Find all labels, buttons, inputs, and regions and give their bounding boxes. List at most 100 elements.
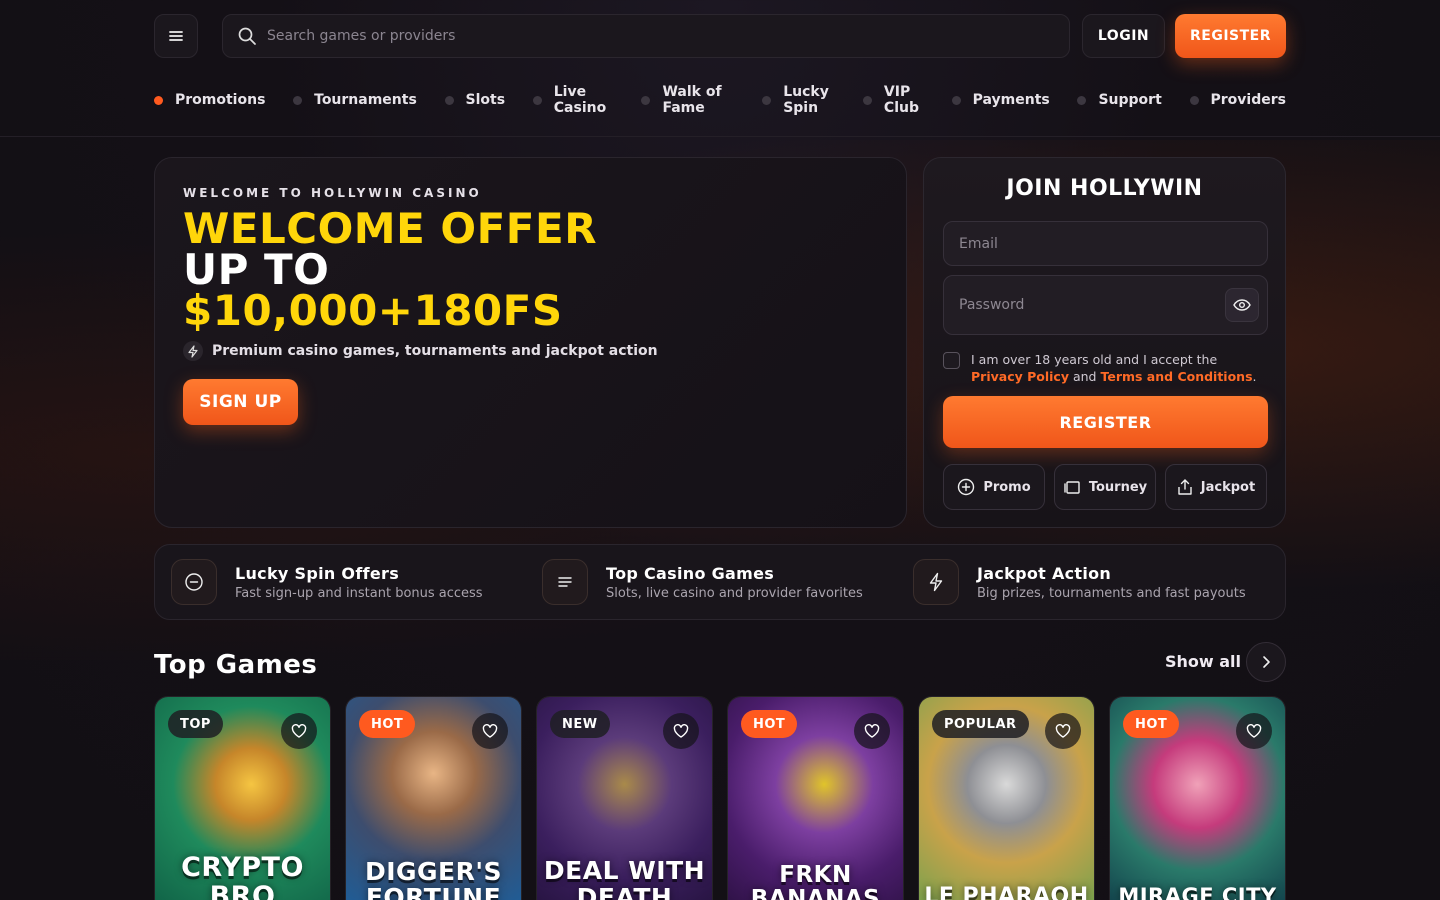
game-badge: HOT — [359, 710, 416, 738]
bolt-icon — [183, 341, 203, 361]
plus-circle-icon — [958, 478, 975, 496]
top-games-row: TOP CRYPTO BRO HOT DIGGER'S FORTUNE NEW … — [154, 696, 1286, 900]
nav-item-walk-of-fame[interactable]: Walk of Fame — [641, 84, 734, 116]
feature-title: Lucky Spin Offers — [235, 563, 400, 583]
terms-suffix: . — [1252, 369, 1257, 384]
favorite-button[interactable] — [854, 713, 890, 749]
nav-item-label: Providers — [1210, 92, 1286, 108]
nav-item-lucky-spin[interactable]: Lucky Spin — [762, 84, 835, 116]
feature-title: Top Casino Games — [606, 563, 775, 583]
nav-dot — [641, 95, 651, 105]
tourney-button[interactable]: Tourney — [1054, 464, 1156, 510]
terms-and: and — [1072, 369, 1097, 384]
show-all-link[interactable]: Show all — [1165, 652, 1241, 671]
nav-dot — [1189, 95, 1199, 105]
feature-lucky-spin[interactable]: Lucky Spin Offers Fast sign-up and insta… — [155, 559, 526, 605]
game-card-deal-with-death[interactable]: NEW DEAL WITH DEATH — [536, 696, 713, 900]
game-badge: NEW — [550, 710, 610, 738]
feature-subtitle: Big prizes, tournaments and fast payouts — [977, 585, 1246, 601]
favorite-button[interactable] — [1236, 713, 1272, 749]
tourney-label: Tourney — [1088, 479, 1148, 495]
hero-title-line3: $10,000+180FS — [183, 286, 563, 335]
nav-item-label: Lucky Spin — [783, 84, 829, 116]
minus-circle-icon — [171, 559, 217, 605]
feature-jackpot-action[interactable]: Jackpot Action Big prizes, tournaments a… — [897, 559, 1268, 605]
share-up-icon — [1178, 479, 1192, 495]
nav-item-label: Promotions — [175, 92, 266, 108]
game-badge: POPULAR — [932, 710, 1029, 738]
nav-dot — [293, 95, 303, 105]
search-bar[interactable] — [222, 14, 1070, 58]
promo-label: Promo — [983, 479, 1031, 495]
nav-dot — [154, 95, 163, 105]
jackpot-button[interactable]: Jackpot — [1165, 464, 1267, 510]
favorite-button[interactable] — [663, 713, 699, 749]
game-card-crypto-bro[interactable]: TOP CRYPTO BRO — [154, 696, 331, 900]
lines-icon — [542, 559, 588, 605]
header-divider — [0, 136, 1440, 137]
hamburger-icon — [169, 31, 183, 41]
password-input[interactable] — [959, 297, 1199, 313]
game-name: FRKN BANANAS — [750, 862, 881, 900]
terms-conditions-link[interactable]: Terms and Conditions — [1100, 369, 1252, 384]
heart-icon — [864, 724, 880, 738]
heart-icon — [1246, 724, 1262, 738]
terms-text: I am over 18 years old and I accept the … — [971, 351, 1271, 385]
email-field[interactable] — [943, 221, 1268, 266]
hero-banner: WELCOME TO HOLLYWIN CASINO WELCOME OFFER… — [154, 157, 907, 528]
hero-subtitle-row: Premium casino games, tournaments and ja… — [183, 341, 658, 361]
heart-icon — [291, 724, 307, 738]
main-nav: Promotions Tournaments Slots Live Casino… — [154, 84, 1286, 116]
hero-title: WELCOME OFFER UP TO $10,000+180FS — [183, 208, 597, 335]
heart-icon — [1055, 724, 1071, 738]
features-strip: Lucky Spin Offers Fast sign-up and insta… — [154, 544, 1286, 620]
feature-title: Jackpot Action — [977, 563, 1112, 583]
nav-item-support[interactable]: Support — [1077, 92, 1162, 108]
jackpot-label: Jackpot — [1200, 479, 1256, 495]
register-submit-button[interactable]: REGISTER — [943, 396, 1268, 448]
top-games-title: Top Games — [154, 650, 318, 680]
game-name: CRYPTO BRO — [181, 852, 304, 900]
nav-item-label: Live Casino — [553, 84, 607, 116]
show-password-button[interactable] — [1225, 288, 1259, 322]
email-input[interactable] — [959, 235, 1199, 252]
search-input[interactable] — [267, 28, 1027, 44]
nav-item-label: Walk of Fame — [662, 84, 722, 116]
heart-icon — [673, 724, 689, 738]
heart-icon — [482, 724, 498, 738]
privacy-policy-link[interactable]: Privacy Policy — [971, 369, 1069, 384]
password-field[interactable] — [943, 275, 1268, 335]
nav-item-label: VIP Club — [883, 84, 919, 116]
game-card-mirage-city[interactable]: HOT MIRAGE CITY — [1109, 696, 1286, 900]
favorite-button[interactable] — [472, 713, 508, 749]
join-title: JOIN HOLLYWIN — [1006, 176, 1203, 201]
favorite-button[interactable] — [281, 713, 317, 749]
menu-button[interactable] — [154, 14, 198, 58]
sign-up-button[interactable]: SIGN UP — [183, 379, 298, 425]
favorite-button[interactable] — [1045, 713, 1081, 749]
nav-item-label: Payments — [972, 92, 1050, 108]
promo-button[interactable]: Promo — [943, 464, 1045, 510]
age-terms-checkbox[interactable] — [943, 352, 960, 369]
hero-eyebrow: WELCOME TO HOLLYWIN CASINO — [183, 186, 482, 200]
nav-item-promotions[interactable]: Promotions — [154, 92, 265, 108]
game-name: DEAL WITH DEATH — [543, 856, 706, 900]
nav-item-label: Slots — [465, 92, 506, 108]
nav-item-providers[interactable]: Providers — [1189, 92, 1286, 108]
nav-item-vip-club[interactable]: VIP Club — [862, 84, 924, 116]
nav-item-slots[interactable]: Slots — [444, 92, 506, 108]
eye-icon — [1233, 299, 1251, 311]
nav-item-tournaments[interactable]: Tournaments — [293, 92, 417, 108]
game-card-frkn-bananas[interactable]: HOT FRKN BANANAS — [727, 696, 904, 900]
nav-item-payments[interactable]: Payments — [951, 92, 1050, 108]
game-name: LE PHARAOH — [924, 884, 1089, 900]
game-badge: HOT — [741, 710, 798, 738]
nav-dot — [951, 95, 961, 105]
game-card-diggers-fortune[interactable]: HOT DIGGER'S FORTUNE — [345, 696, 522, 900]
next-arrow-button[interactable] — [1246, 642, 1286, 682]
register-button[interactable]: REGISTER — [1175, 14, 1286, 58]
feature-top-casino-games[interactable]: Top Casino Games Slots, live casino and … — [526, 559, 897, 605]
game-card-le-pharaoh[interactable]: POPULAR LE PHARAOH — [918, 696, 1095, 900]
login-button[interactable]: LOGIN — [1082, 14, 1165, 58]
nav-item-live-casino[interactable]: Live Casino — [532, 84, 614, 116]
